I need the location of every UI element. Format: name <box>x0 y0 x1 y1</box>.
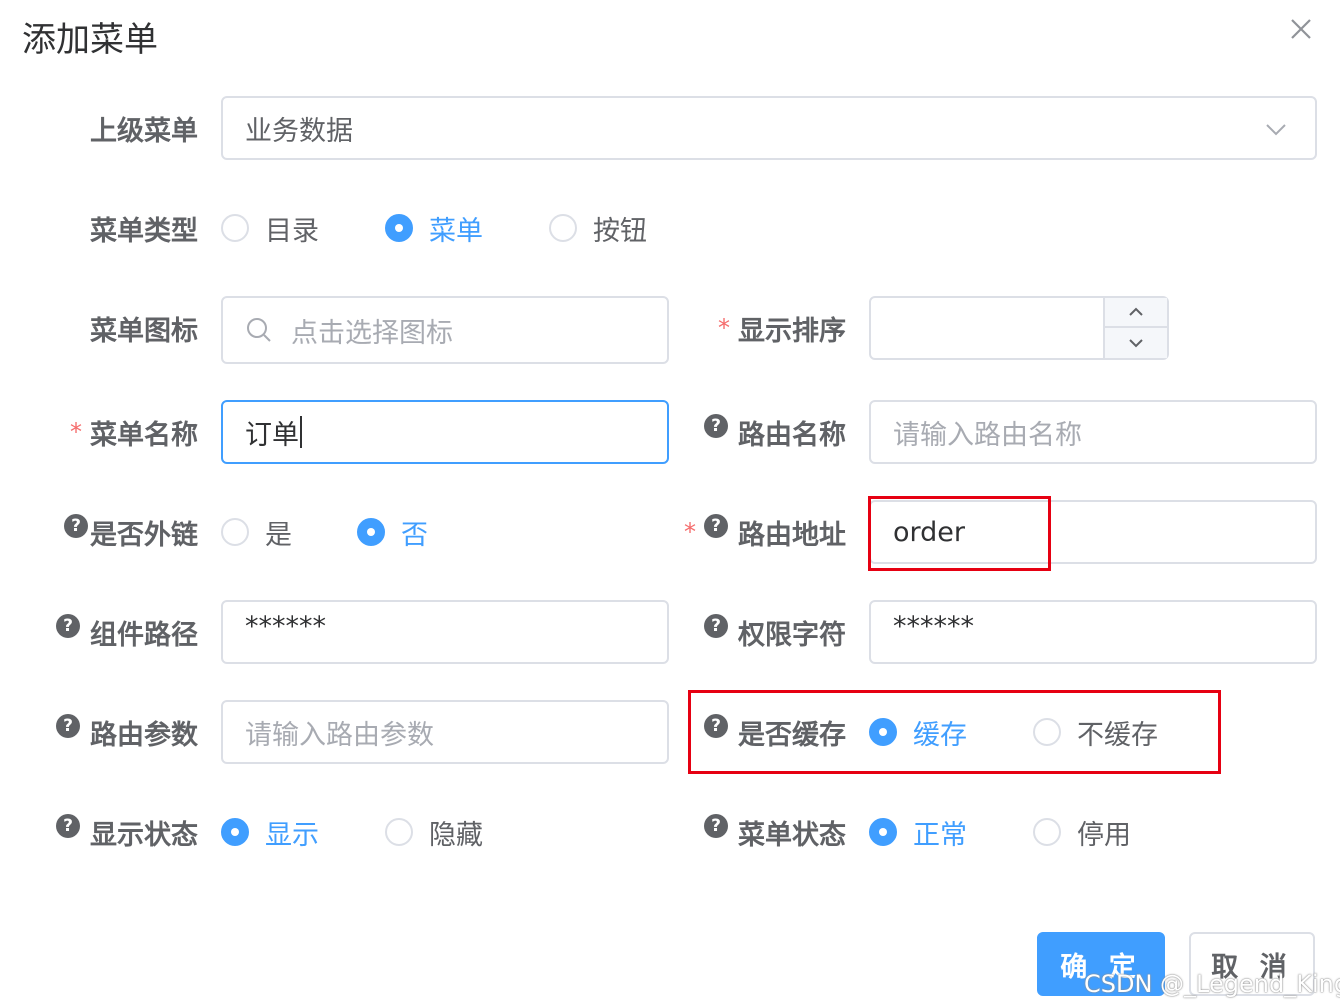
close-button[interactable] <box>1284 12 1318 46</box>
radio-checked-icon <box>357 518 385 546</box>
question-icon: ? <box>56 714 80 738</box>
route-name-input[interactable]: 请输入路由名称 <box>869 400 1317 464</box>
route-path-label: * ? 路由地址 <box>684 514 846 551</box>
component-path-value: ****** <box>245 610 326 642</box>
permission-label: ? 权限字符 <box>690 600 846 664</box>
parent-menu-value: 业务数据 <box>245 115 353 147</box>
is-external-radio-yes[interactable]: 是 <box>221 513 357 552</box>
question-icon: ? <box>56 814 80 838</box>
component-path-input[interactable]: ****** <box>221 600 669 664</box>
radio-checked-icon <box>385 214 413 242</box>
menu-type-label: 菜单类型 <box>90 215 198 247</box>
radio-circle-icon <box>549 214 577 242</box>
add-menu-dialog: 添加菜单 上级菜单 业务数据 菜单类型 目录 菜单 按钮 菜单图标 点击选择图标… <box>0 0 1340 1008</box>
display-order-label: * 显示排序 <box>718 314 846 347</box>
question-icon: ? <box>704 414 728 438</box>
required-mark: * <box>70 418 82 446</box>
menu-name-label: * 菜单名称 <box>70 418 198 451</box>
menu-type-radio-menu[interactable]: 菜单 <box>385 209 549 248</box>
dialog-title: 添加菜单 <box>22 20 158 60</box>
question-icon: ? <box>704 614 728 638</box>
status-radio-disabled[interactable]: 停用 <box>1033 813 1131 852</box>
status-radio-group: 正常 停用 <box>869 800 1131 864</box>
required-mark: * <box>718 314 730 342</box>
chevron-down-icon <box>1129 339 1143 348</box>
highlight-box-cache <box>688 690 1221 774</box>
required-mark: * <box>684 518 696 546</box>
is-external-radio-no[interactable]: 否 <box>357 513 428 552</box>
radio-circle-icon <box>221 214 249 242</box>
status-label: ? 菜单状态 <box>690 800 846 864</box>
radio-checked-icon <box>221 818 249 846</box>
menu-type-radio-group: 目录 菜单 按钮 <box>221 196 647 260</box>
visible-radio-group: 显示 隐藏 <box>221 800 483 864</box>
permission-value: ****** <box>893 610 974 642</box>
radio-circle-icon <box>385 818 413 846</box>
radio-circle-icon <box>221 518 249 546</box>
chevron-down-icon <box>1266 124 1286 136</box>
route-params-label: ? 路由参数 <box>40 700 198 764</box>
route-name-label: ? 路由名称 <box>690 400 846 464</box>
route-params-placeholder: 请输入路由参数 <box>245 719 434 751</box>
stepper-buttons <box>1103 298 1167 358</box>
menu-type-radio-button[interactable]: 按钮 <box>549 209 647 248</box>
menu-type-radio-directory[interactable]: 目录 <box>221 209 385 248</box>
question-icon: ? <box>64 514 88 538</box>
close-icon <box>1291 19 1311 39</box>
radio-checked-icon <box>869 818 897 846</box>
watermark: CSDN @_Legend_King <box>1084 970 1340 998</box>
route-params-input[interactable]: 请输入路由参数 <box>221 700 669 764</box>
component-path-label: ? 组件路径 <box>40 600 198 664</box>
is-external-radio-group: 是 否 <box>221 500 428 564</box>
question-icon: ? <box>704 814 728 838</box>
text-cursor <box>300 416 302 448</box>
visible-radio-hide[interactable]: 隐藏 <box>385 813 483 852</box>
menu-icon-input[interactable]: 点击选择图标 <box>221 296 669 364</box>
parent-menu-select[interactable]: 业务数据 <box>221 96 1317 160</box>
question-icon: ? <box>56 614 80 638</box>
stepper-increase-button[interactable] <box>1105 298 1167 328</box>
visible-label: ? 显示状态 <box>40 800 198 864</box>
display-order-stepper[interactable] <box>869 296 1169 360</box>
visible-radio-show[interactable]: 显示 <box>221 813 385 852</box>
chevron-up-icon <box>1129 307 1143 316</box>
is-external-label: ? 是否外链 <box>40 500 198 564</box>
parent-menu-label: 上级菜单 <box>90 115 198 147</box>
question-icon: ? <box>704 514 728 538</box>
menu-icon-label: 菜单图标 <box>90 315 198 347</box>
route-name-placeholder: 请输入路由名称 <box>893 419 1082 451</box>
menu-icon-placeholder: 点击选择图标 <box>291 317 453 349</box>
search-icon <box>247 318 271 342</box>
menu-name-value: 订单 <box>245 419 299 451</box>
stepper-decrease-button[interactable] <box>1105 328 1167 358</box>
highlight-box-route-path <box>868 496 1051 571</box>
status-radio-normal[interactable]: 正常 <box>869 813 1033 852</box>
radio-circle-icon <box>1033 818 1061 846</box>
permission-input[interactable]: ****** <box>869 600 1317 664</box>
menu-name-input[interactable]: 订单 <box>221 400 669 464</box>
